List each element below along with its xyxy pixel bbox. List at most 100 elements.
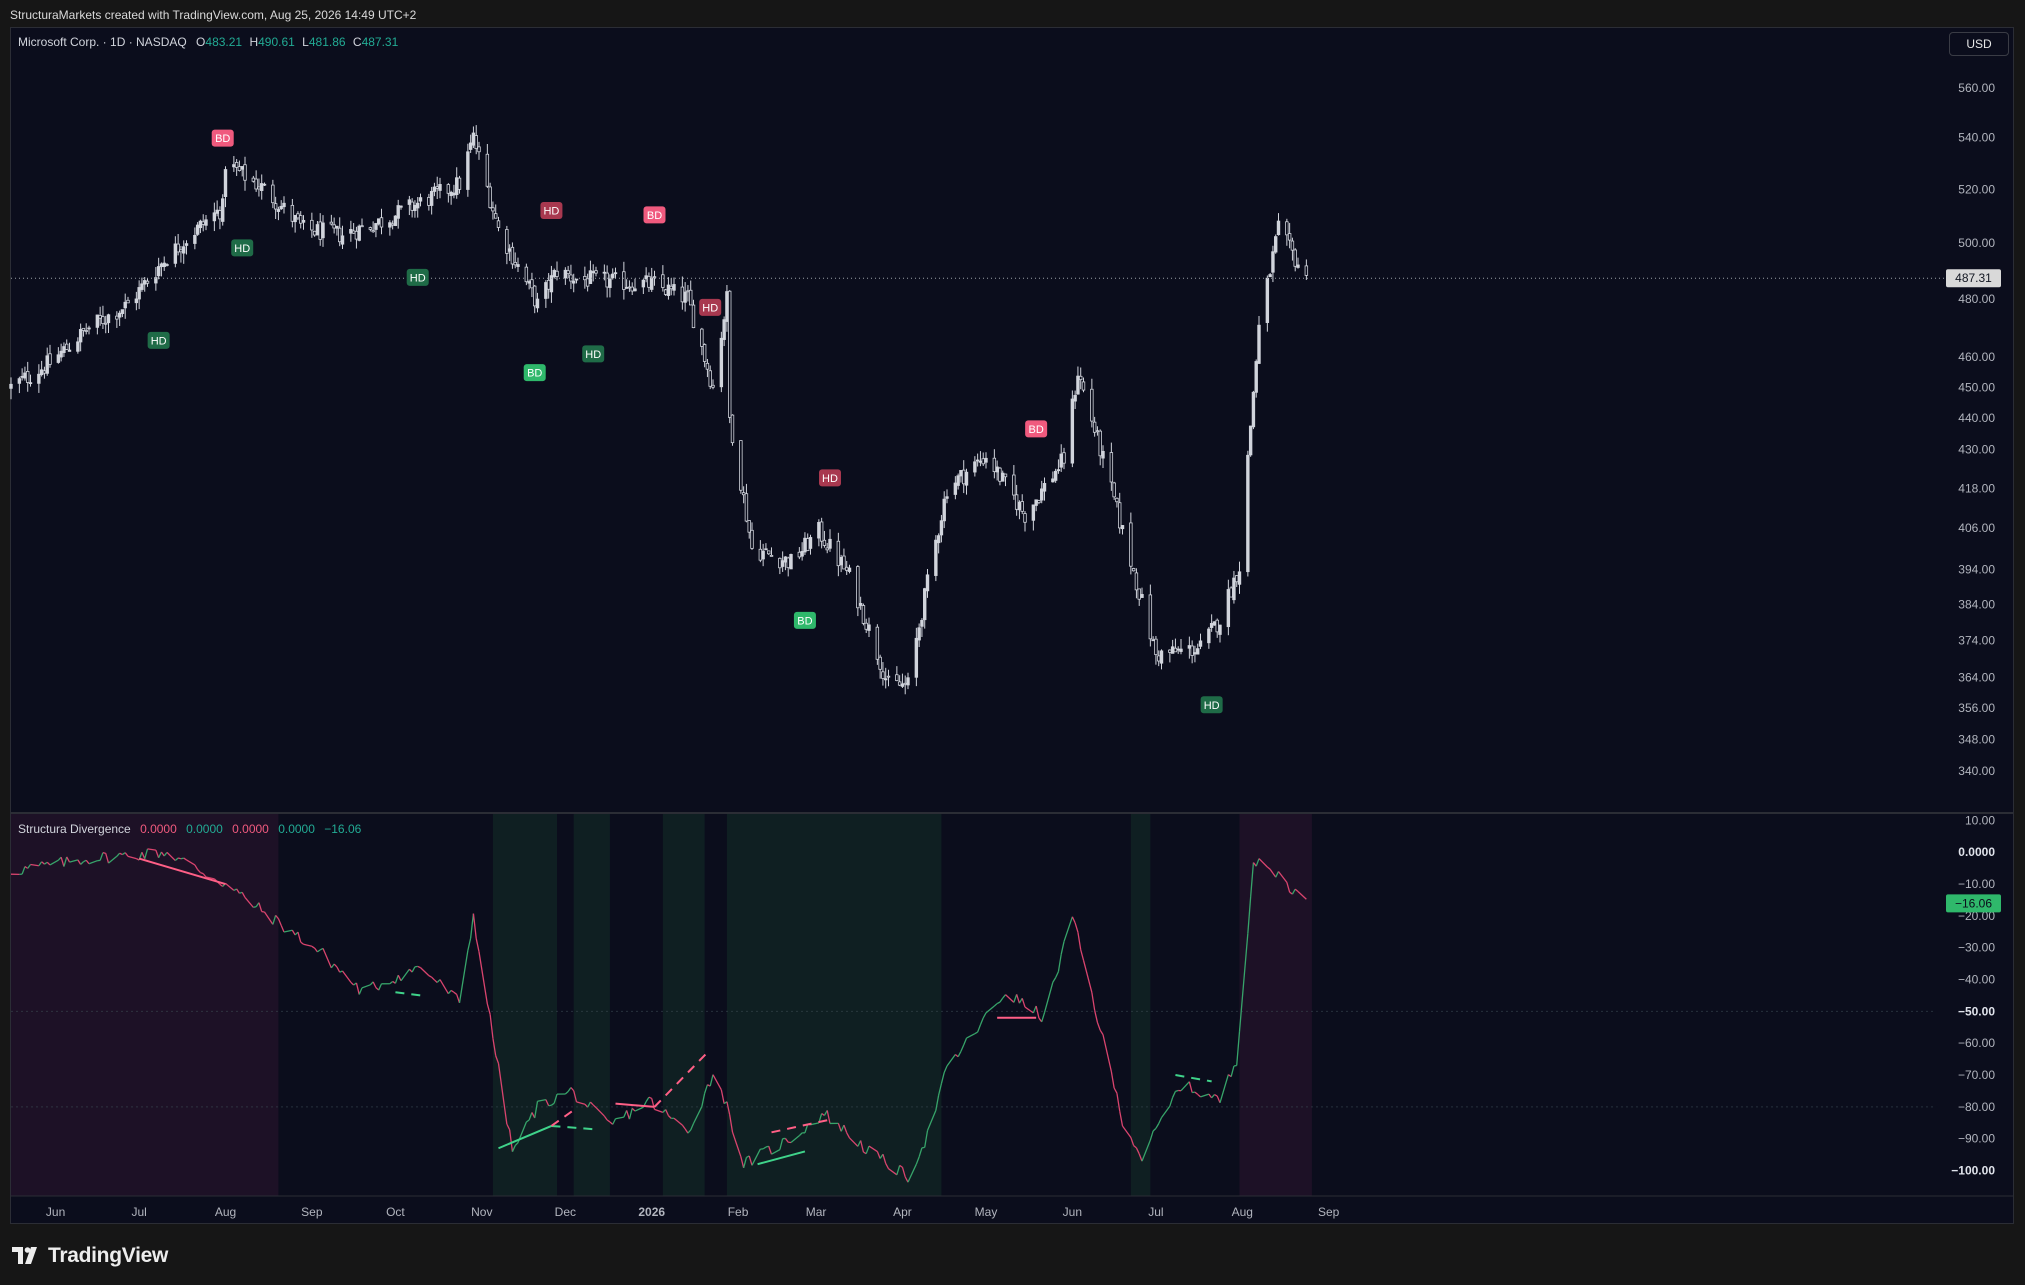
candle-body <box>165 264 169 266</box>
oscillator-segment <box>350 981 355 986</box>
candle <box>920 618 924 637</box>
candle <box>20 368 24 381</box>
candle <box>516 257 520 272</box>
candle-body <box>786 557 790 569</box>
candle <box>410 198 414 218</box>
candle <box>1226 579 1231 636</box>
candle-body <box>546 279 551 290</box>
candle <box>856 565 860 617</box>
time-tick-label: Jun <box>1063 1205 1082 1219</box>
candle <box>338 217 342 247</box>
candle <box>446 183 451 203</box>
oscillator-segment <box>1116 1093 1121 1112</box>
candle-body <box>257 186 261 190</box>
candle-body <box>1062 452 1066 464</box>
divergence-label-text: BD <box>797 615 812 627</box>
price-tick-label: 440.00 <box>1958 411 1995 425</box>
candle-body <box>778 557 782 569</box>
time-tick-label: May <box>975 1205 998 1219</box>
candle <box>240 166 244 177</box>
candle <box>817 519 821 547</box>
candle-body <box>998 467 1002 482</box>
candle <box>357 224 361 242</box>
oscillator-axis: 10.000.0000−10.00−20.00−30.00−40.00−50.0… <box>1946 813 2001 1178</box>
candle <box>201 214 205 232</box>
candle <box>800 542 804 561</box>
candle-body <box>864 622 868 630</box>
time-tick-label: Jun <box>46 1205 65 1219</box>
symbol-legend[interactable]: Microsoft Corp. · 1D · NASDAQ O483.21 H4… <box>18 35 398 49</box>
oscillator-segment <box>400 968 410 982</box>
candle-body <box>641 279 646 288</box>
divergence-label-text: HD <box>543 206 559 218</box>
candle <box>747 520 751 539</box>
oscillator-segment <box>1236 1031 1241 1066</box>
candle <box>858 596 863 610</box>
candle <box>45 347 49 376</box>
zone-bullish-3 <box>662 814 705 1196</box>
high-value: 490.61 <box>258 35 295 49</box>
candle-body <box>1003 473 1008 478</box>
candle-body <box>1059 453 1063 468</box>
candle <box>806 533 810 552</box>
candle <box>622 261 626 300</box>
candle-body <box>212 212 217 222</box>
candle <box>1287 222 1292 249</box>
price-tick-label: 560.00 <box>1958 81 1995 95</box>
oscillator-segment <box>1055 971 1060 978</box>
candle <box>761 543 765 567</box>
candle <box>182 240 186 264</box>
indicator-legend[interactable]: Structura Divergence 0.0000 0.0000 0.000… <box>18 822 361 836</box>
candle <box>315 220 320 236</box>
oscillator-segment <box>355 982 360 995</box>
time-tick-label: Nov <box>471 1205 492 1219</box>
candle <box>432 182 437 197</box>
candle <box>1193 645 1197 663</box>
oscillator-segment <box>447 990 452 995</box>
candle <box>822 530 827 548</box>
candle <box>864 618 868 634</box>
oscillator-segment <box>1194 1091 1199 1095</box>
oscillator-segment <box>966 1033 976 1039</box>
time-tick-label: Aug <box>1232 1205 1253 1219</box>
candle-body <box>1229 587 1233 598</box>
oscillator-segment <box>1077 932 1082 950</box>
candle <box>683 282 687 312</box>
time-tick-label: Jul <box>1148 1205 1163 1219</box>
candle <box>101 305 105 330</box>
candle-body <box>1051 478 1055 483</box>
oscillator-segment <box>361 984 371 989</box>
candle-body <box>215 209 219 214</box>
price-tick-label: 480.00 <box>1958 292 1995 306</box>
oscillator-segment <box>291 929 296 936</box>
chart-canvas[interactable]: HDBDHDHDBDHDHDBDHDBDHDBDHD 560.00540.005… <box>0 0 2025 1285</box>
candle-body <box>321 222 325 239</box>
candle <box>407 195 412 216</box>
oscillator-segment <box>1063 916 1073 942</box>
candle <box>744 483 749 523</box>
candle-body <box>800 551 804 557</box>
candle <box>56 347 61 364</box>
candle <box>349 220 353 242</box>
oscillator-segment <box>1230 1065 1235 1077</box>
candle <box>847 564 852 574</box>
oscillator-segment <box>1021 998 1026 1008</box>
candle <box>998 466 1002 486</box>
oscillator-segment <box>704 1084 709 1094</box>
oscillator-segment <box>974 1031 978 1035</box>
candle-body <box>719 337 724 388</box>
candle <box>875 624 880 665</box>
candle-body <box>23 372 27 379</box>
oscillator-segment <box>439 979 449 995</box>
candle <box>627 280 632 292</box>
candle <box>1120 525 1125 535</box>
candle <box>641 279 646 294</box>
candle-body <box>1079 375 1083 381</box>
candle <box>296 211 300 221</box>
tradingview-logo[interactable]: TradingView <box>12 1244 168 1268</box>
candle <box>530 272 534 298</box>
candle <box>719 331 724 393</box>
currency-button[interactable]: USD <box>1949 32 2009 56</box>
candle-body <box>218 210 222 220</box>
close-value: 487.31 <box>361 35 399 49</box>
